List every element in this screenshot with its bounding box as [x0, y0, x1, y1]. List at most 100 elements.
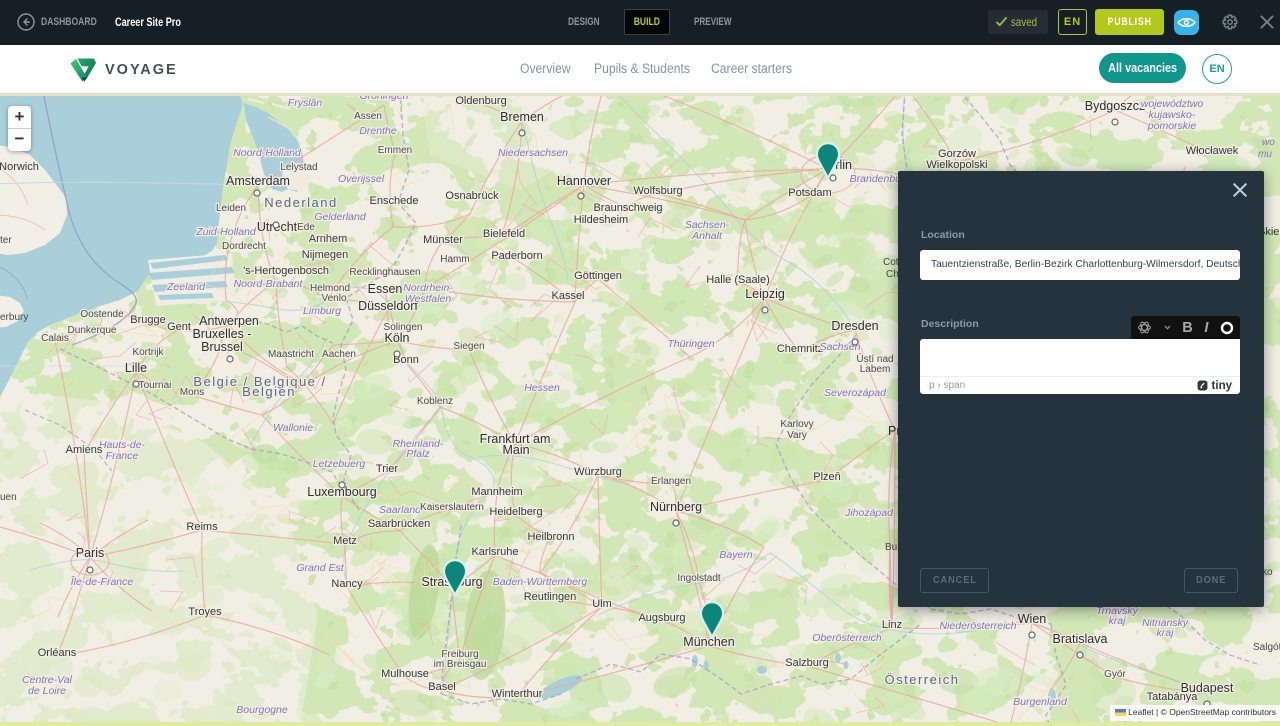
svg-text:Oberösterreich: Oberösterreich: [812, 632, 882, 644]
svg-text:Gent: Gent: [167, 321, 191, 333]
svg-text:Arnhem: Arnhem: [309, 233, 348, 245]
svg-text:Troyes: Troyes: [188, 606, 222, 618]
svg-text:Enschede: Enschede: [370, 195, 419, 207]
svg-text:Belgien: Belgien: [242, 384, 296, 399]
svg-text:Niedersachsen: Niedersachsen: [498, 147, 568, 159]
svg-text:ter: ter: [0, 235, 12, 246]
svg-text:Norwich: Norwich: [0, 161, 39, 173]
svg-text:Emmen: Emmen: [378, 145, 412, 156]
svg-text:Bydgoszcz: Bydgoszcz: [1085, 99, 1145, 113]
svg-text:Salgótarján: Salgótarján: [1253, 642, 1280, 653]
svg-text:Amiens: Amiens: [66, 444, 103, 456]
svg-text:Nederland: Nederland: [264, 195, 338, 210]
svg-text:Orléans: Orléans: [38, 647, 77, 659]
svg-text:Braunschweig: Braunschweig: [593, 202, 662, 214]
svg-text:Mannheim: Mannheim: [471, 486, 522, 498]
svg-text:Noord-Holland: Noord-Holland: [233, 147, 302, 159]
svg-text:Trier: Trier: [376, 463, 399, 475]
svg-text:Karlsruhe: Karlsruhe: [471, 546, 518, 558]
svg-text:Bu: Bu: [885, 542, 897, 553]
svg-text:pomorskie: pomorskie: [1147, 120, 1197, 132]
svg-text:Pfalz: Pfalz: [406, 448, 430, 460]
svg-text:Severozápad: Severozápad: [824, 387, 887, 399]
svg-text:Ede: Ede: [297, 222, 315, 233]
svg-text:Osnabrück: Osnabrück: [445, 190, 499, 202]
svg-text:Siegen: Siegen: [453, 341, 484, 352]
svg-text:Ingolstadt: Ingolstadt: [677, 573, 721, 584]
svg-text:Bremen: Bremen: [500, 110, 544, 124]
svg-text:Bayern: Bayern: [719, 549, 752, 561]
svg-text:Zuid-Holland: Zuid-Holland: [195, 226, 257, 238]
svg-text:Essen: Essen: [368, 282, 403, 296]
svg-text:Reutlingen: Reutlingen: [524, 591, 577, 603]
svg-text:Noord-Brabant: Noord-Brabant: [234, 278, 304, 290]
svg-text:Grand Est: Grand Est: [296, 562, 344, 574]
svg-text:Erlangen: Erlangen: [651, 476, 691, 487]
svg-text:uen: uen: [0, 492, 17, 503]
svg-text:Leiden: Leiden: [216, 203, 246, 214]
svg-text:Venlo: Venlo: [321, 293, 346, 304]
svg-text:Zeeland: Zeeland: [166, 281, 206, 293]
svg-text:Hamm: Hamm: [440, 254, 469, 265]
svg-text:Münster: Münster: [423, 234, 463, 246]
svg-text:Bielefeld: Bielefeld: [483, 228, 525, 240]
svg-text:Chemnitz: Chemnitz: [777, 343, 823, 355]
svg-text:Brussel: Brussel: [201, 340, 243, 354]
svg-text:de Loire: de Loire: [28, 685, 66, 697]
svg-text:Karlovy: Karlovy: [780, 419, 813, 430]
svg-text:Dresden: Dresden: [831, 319, 878, 333]
svg-text:Overijssel: Overijssel: [338, 173, 385, 185]
svg-text:Nancy: Nancy: [331, 578, 363, 590]
svg-text:Salzburg: Salzburg: [785, 657, 828, 669]
svg-text:Winterthur: Winterthur: [492, 688, 543, 700]
svg-text:Tatabánya: Tatabánya: [1147, 691, 1199, 703]
svg-text:Gelderland: Gelderland: [314, 211, 367, 223]
svg-text:Mulhouse: Mulhouse: [381, 668, 429, 680]
svg-text:Amsterdam: Amsterdam: [226, 174, 290, 188]
svg-text:Anhalt: Anhalt: [691, 230, 723, 242]
svg-text:Hannover: Hannover: [557, 174, 611, 188]
svg-text:Assen: Assen: [354, 111, 382, 122]
svg-text:Wallonie: Wallonie: [273, 422, 313, 434]
svg-text:Burgenland: Burgenland: [1013, 696, 1068, 708]
svg-text:Wielkopolski: Wielkopolski: [926, 159, 987, 171]
svg-text:Potsdam: Potsdam: [788, 187, 831, 199]
svg-text:Koblenz: Koblenz: [417, 396, 453, 407]
svg-text:Aachen: Aachen: [322, 349, 356, 360]
svg-text:'s-Hertogenbosch: 's-Hertogenbosch: [243, 265, 329, 277]
svg-text:Würzburg: Würzburg: [574, 466, 622, 478]
svg-text:Saarbrücken: Saarbrücken: [368, 518, 430, 530]
svg-text:Limburg: Limburg: [303, 305, 341, 317]
svg-text:Köln: Köln: [384, 331, 409, 345]
svg-text:Maastricht: Maastricht: [268, 349, 314, 360]
svg-text:Heilbronn: Heilbronn: [527, 531, 574, 543]
svg-text:Österreich: Österreich: [885, 672, 960, 687]
svg-text:Metz: Metz: [333, 535, 357, 547]
svg-text:Drenthe: Drenthe: [359, 125, 397, 137]
svg-text:Jihozápad: Jihozápad: [844, 507, 894, 519]
svg-text:Lille: Lille: [125, 361, 147, 375]
svg-text:Linz: Linz: [882, 619, 902, 631]
svg-text:Île-de-France: Île-de-France: [71, 575, 134, 588]
svg-text:Baden-Württemberg: Baden-Württemberg: [493, 576, 588, 588]
svg-text:Bruxelles -: Bruxelles -: [192, 327, 251, 341]
svg-text:Lelystad: Lelystad: [280, 162, 317, 173]
svg-text:im Breisgau: im Breisgau: [434, 659, 487, 670]
svg-text:Nijmegen: Nijmegen: [302, 249, 348, 261]
svg-text:Tournai: Tournai: [139, 380, 172, 391]
svg-text:Ulm: Ulm: [592, 598, 612, 610]
svg-text:Dordrecht: Dordrecht: [222, 241, 266, 252]
svg-text:Halle (Saale): Halle (Saale): [706, 274, 770, 286]
svg-text:Hessen: Hessen: [524, 382, 560, 394]
svg-text:Kassel: Kassel: [551, 290, 584, 302]
svg-text:Wien: Wien: [1018, 612, 1047, 626]
svg-text:Oldenburg: Oldenburg: [455, 95, 506, 107]
svg-text:Fryslân: Fryslân: [288, 97, 323, 109]
svg-text:Reims: Reims: [186, 521, 218, 533]
svg-text:Györ: Györ: [1104, 669, 1126, 680]
svg-text:Nürnberg: Nürnberg: [650, 500, 702, 514]
svg-text:Bratislava: Bratislava: [1053, 632, 1108, 646]
svg-text:wo: wo: [1262, 137, 1275, 148]
svg-text:Heidelberg: Heidelberg: [489, 506, 542, 518]
svg-text:erbury: erbury: [0, 312, 28, 323]
